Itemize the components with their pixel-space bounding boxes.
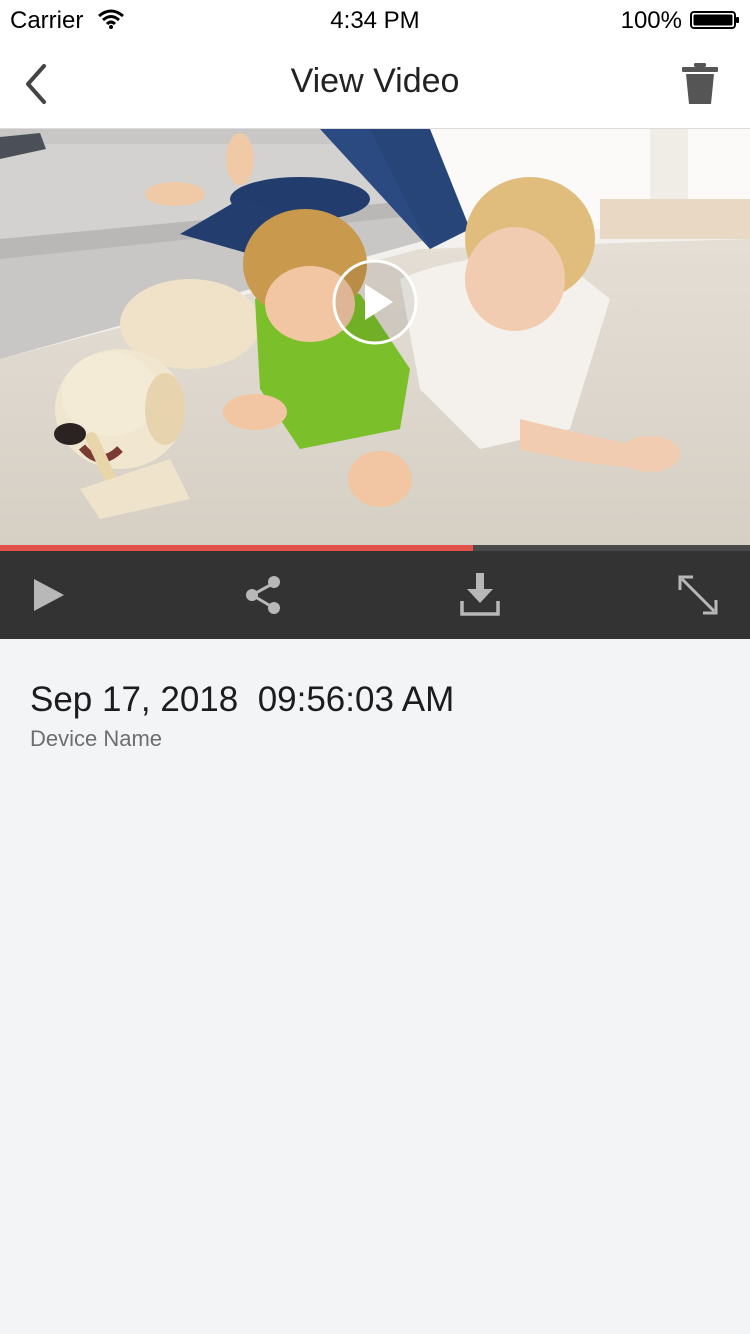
- download-icon[interactable]: [458, 573, 502, 617]
- status-bar: Carrier 4:34 PM 100%: [0, 0, 750, 40]
- recording-datetime: Sep 17, 2018 09:56:03 AM: [30, 680, 455, 719]
- recording-info: Sep 17, 2018 09:56:03 AM Device Name: [30, 680, 454, 752]
- device-name: Device Name: [30, 726, 163, 751]
- video-controls: [0, 551, 750, 639]
- video-player[interactable]: [0, 129, 750, 549]
- expand-icon[interactable]: [676, 573, 720, 617]
- play-overlay-icon[interactable]: [331, 258, 419, 346]
- navigation-bar: View Video: [0, 40, 750, 129]
- trash-icon[interactable]: [680, 62, 720, 106]
- view-video-screen: Carrier 4:34 PM 100% View Video Sep 17, …: [0, 0, 750, 1334]
- battery-icon: [690, 11, 739, 29]
- battery-percentage: 100%: [620, 7, 682, 34]
- play-icon[interactable]: [26, 573, 70, 617]
- share-icon[interactable]: [242, 573, 286, 617]
- page-title: View Video: [290, 62, 460, 100]
